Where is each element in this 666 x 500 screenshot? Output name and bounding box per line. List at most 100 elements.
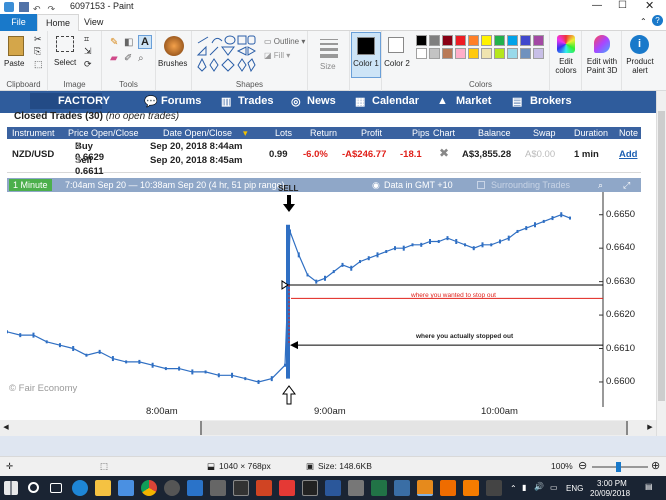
- chrome-icon[interactable]: [141, 480, 157, 496]
- rotate-icon[interactable]: ⟳: [84, 59, 92, 70]
- brush-copy-icon[interactable]: ⬚: [34, 59, 43, 70]
- brushes-button-label[interactable]: Brushes: [158, 59, 187, 68]
- size-button-label[interactable]: Size: [320, 62, 336, 71]
- paste-icon[interactable]: [8, 36, 24, 56]
- fill-dropdown[interactable]: ◪ Fill ▾: [264, 51, 290, 60]
- palette-swatch[interactable]: [468, 35, 479, 46]
- outline-dropdown[interactable]: ▭ Outline ▾: [264, 37, 305, 46]
- palette-swatch[interactable]: [416, 35, 427, 46]
- color2-swatch[interactable]: [388, 37, 404, 53]
- scroll-left-icon[interactable]: ◀: [0, 420, 12, 436]
- battery-icon[interactable]: ▭: [550, 483, 558, 492]
- palette-swatch[interactable]: [533, 35, 544, 46]
- scroll-thumb[interactable]: [200, 421, 628, 435]
- palette-swatch[interactable]: [507, 48, 518, 59]
- palette-swatch[interactable]: [533, 48, 544, 59]
- network-icon[interactable]: ▮: [522, 483, 526, 492]
- notifications-icon[interactable]: ▤: [645, 482, 653, 491]
- resize-icon[interactable]: ⇲: [84, 46, 92, 57]
- add-note-link[interactable]: Add: [619, 149, 637, 160]
- select-icon[interactable]: [56, 36, 74, 52]
- palette-swatch[interactable]: [507, 35, 518, 46]
- terminal-icon[interactable]: [302, 480, 318, 496]
- palette-swatch[interactable]: [481, 35, 492, 46]
- nav-market[interactable]: Market: [456, 95, 491, 107]
- redo-icon[interactable]: ↷: [48, 4, 58, 14]
- app-red-icon[interactable]: [279, 480, 295, 496]
- col-date[interactable]: Date Open/Close: [163, 127, 232, 139]
- magnifier-icon[interactable]: ⌕: [138, 53, 144, 64]
- vscroll-thumb[interactable]: [658, 111, 665, 401]
- settings-icon[interactable]: [164, 480, 180, 496]
- size-icon[interactable]: [320, 39, 338, 58]
- color-picker-icon[interactable]: ✐: [124, 53, 132, 64]
- zoom-slider-thumb[interactable]: [616, 462, 621, 472]
- collapse-ribbon-icon[interactable]: ⌃: [640, 17, 647, 26]
- app-orange-icon[interactable]: [440, 480, 456, 496]
- palette-swatch[interactable]: [442, 35, 453, 46]
- paint-canvas[interactable]: FACTORY 💬 Forums ▥ Trades ◎ News ▦ Calen…: [0, 91, 656, 436]
- vlc-icon[interactable]: [463, 480, 479, 496]
- zoom-in-button[interactable]: ⊕: [651, 459, 660, 472]
- palette-swatch[interactable]: [494, 48, 505, 59]
- copy-icon[interactable]: ⎘: [34, 46, 41, 57]
- paste-button-label[interactable]: Paste: [4, 59, 24, 68]
- calculator-icon[interactable]: [210, 480, 226, 496]
- media-icon[interactable]: [233, 480, 249, 496]
- surrounding-checkbox[interactable]: [477, 181, 485, 189]
- shapes-gallery[interactable]: [196, 35, 257, 75]
- gmt-label[interactable]: Data in GMT +10: [384, 178, 453, 192]
- edit-colors-icon[interactable]: [557, 35, 575, 53]
- zoom-out-button[interactable]: ⊖: [578, 459, 587, 472]
- save-icon[interactable]: [18, 2, 29, 12]
- select-button-label[interactable]: Select: [54, 58, 76, 67]
- powerpoint-icon[interactable]: [256, 480, 272, 496]
- nav-trades[interactable]: Trades: [238, 95, 273, 107]
- palette-swatch[interactable]: [442, 48, 453, 59]
- minimize-button[interactable]: —: [592, 0, 602, 11]
- palette-swatch[interactable]: [520, 35, 531, 46]
- paint-taskbar-icon[interactable]: [417, 480, 433, 496]
- color1-selector[interactable]: Color 1: [351, 32, 381, 78]
- text-icon[interactable]: A: [138, 35, 152, 49]
- task-view-icon[interactable]: [50, 483, 62, 493]
- nav-news[interactable]: News: [307, 95, 336, 107]
- edit-paint3d-label[interactable]: Edit with Paint 3D: [582, 57, 622, 75]
- palette-swatch[interactable]: [481, 48, 492, 59]
- nav-calendar[interactable]: Calendar: [372, 95, 419, 107]
- help-icon[interactable]: ?: [652, 15, 663, 26]
- cut-icon[interactable]: ✂: [34, 34, 42, 45]
- pencil-icon[interactable]: ✎: [110, 37, 118, 48]
- maximize-button[interactable]: ☐: [618, 0, 627, 11]
- surrounding-trades-label[interactable]: Surrounding Trades: [491, 178, 570, 192]
- undo-icon[interactable]: ↶: [33, 4, 43, 14]
- palette-swatch[interactable]: [455, 35, 466, 46]
- color2-label[interactable]: Color 2: [382, 59, 412, 68]
- zoom-slider[interactable]: [592, 462, 648, 472]
- volume-icon[interactable]: 🔊: [534, 482, 544, 491]
- nav-brokers[interactable]: Brokers: [530, 95, 572, 107]
- edge-icon[interactable]: [72, 480, 88, 496]
- file-explorer-icon[interactable]: [95, 480, 111, 496]
- info-icon[interactable]: i: [630, 35, 649, 54]
- horizontal-scrollbar[interactable]: ◀ ▶: [0, 420, 656, 436]
- app-gray-icon[interactable]: [348, 480, 364, 496]
- tab-view[interactable]: View: [76, 14, 111, 31]
- close-button[interactable]: ✕: [645, 0, 654, 12]
- clock-time[interactable]: 3:00 PM: [597, 479, 627, 488]
- chart-expand-icon[interactable]: ⤢: [623, 178, 630, 192]
- fill-icon[interactable]: ◧: [124, 37, 133, 48]
- product-alert-label[interactable]: Product alert: [622, 57, 658, 75]
- nav-forums[interactable]: Forums: [161, 95, 201, 107]
- crop-icon[interactable]: ⌗: [84, 34, 89, 45]
- palette-swatch[interactable]: [494, 35, 505, 46]
- excel-icon[interactable]: [371, 480, 387, 496]
- brushes-icon[interactable]: [164, 36, 184, 56]
- eraser-icon[interactable]: ▰: [110, 53, 118, 64]
- palette-swatch[interactable]: [429, 48, 440, 59]
- app-blue-icon[interactable]: [187, 480, 203, 496]
- paint3d-icon[interactable]: [594, 35, 610, 53]
- edit-colors-label[interactable]: Edit colors: [550, 57, 582, 75]
- word-icon[interactable]: [325, 480, 341, 496]
- tab-home[interactable]: Home: [37, 14, 80, 31]
